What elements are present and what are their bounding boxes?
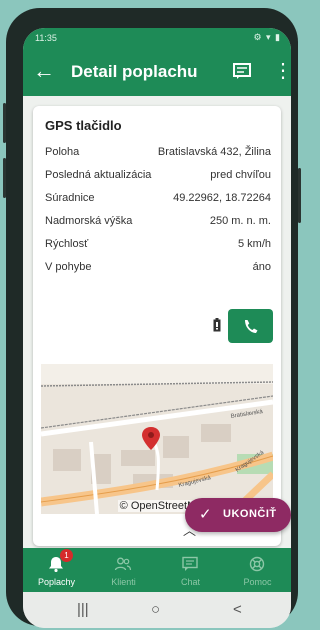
system-nav-bar: ||| ○ <	[23, 592, 291, 628]
battery-icon	[213, 318, 221, 332]
detail-row: Poloha Bratislavská 432, Žilina	[45, 144, 271, 162]
map-canvas: Bratislavská Kragujevská Kragujevská	[41, 364, 273, 514]
volume-button	[3, 103, 6, 143]
call-button[interactable]	[228, 309, 273, 343]
end-alarm-label: UKONČIŤ	[223, 508, 277, 520]
row-label: V pohybe	[45, 261, 92, 273]
volume-button	[3, 158, 6, 198]
row-label: Súradnice	[45, 192, 95, 204]
more-vert-icon[interactable]: ⋮	[273, 58, 291, 84]
row-label: Rýchlosť	[45, 238, 89, 250]
chat-icon	[182, 556, 198, 571]
app-bar: ← Detail poplachu ⋮	[23, 48, 291, 96]
status-time: 11:35	[35, 33, 57, 43]
detail-row: V pohybe áno	[45, 259, 271, 277]
device-title: GPS tlačidlo	[45, 118, 122, 133]
recents-icon[interactable]: |||	[77, 601, 89, 618]
nav-label: Chat	[180, 577, 200, 587]
row-value: pred chvíľou	[210, 169, 271, 181]
nav-label: Pomoc	[243, 577, 272, 587]
status-icons: ⚙ ▾ ▮	[253, 32, 281, 42]
row-value: Bratislavská 432, Žilina	[157, 146, 271, 158]
row-label: Poloha	[45, 146, 80, 158]
phone-icon	[245, 320, 258, 333]
arrow-left-icon[interactable]: ←	[33, 58, 55, 84]
alarm-detail-card: GPS tlačidlo Poloha Bratislavská 432, Ži…	[33, 106, 281, 546]
row-value: 49.22962, 18.72264	[173, 192, 271, 204]
detail-row: Súradnice 49.22962, 18.72264	[45, 190, 271, 208]
back-nav-icon[interactable]: <	[233, 601, 242, 618]
row-value: 250 m. n. m.	[209, 215, 271, 227]
detail-row: Posledná aktualizácia pred chvíľou	[45, 167, 271, 185]
row-value: 5 km/h	[237, 238, 271, 250]
row-label: Posledná aktualizácia	[45, 169, 152, 181]
notes-icon[interactable]	[233, 63, 251, 79]
nav-label: Poplachy	[37, 577, 76, 587]
status-bar: 11:35 ⚙ ▾ ▮	[23, 28, 291, 48]
check-icon: ✓	[199, 506, 212, 523]
alarm-count-badge: 1	[60, 549, 73, 562]
nav-alarms[interactable]: 1 Poplachy	[23, 548, 90, 592]
screen: 11:35 ⚙ ▾ ▮ ← Detail poplachu ⋮ GPS tlač…	[23, 28, 291, 628]
power-button	[298, 168, 301, 223]
nav-clients[interactable]: Klienti	[90, 548, 157, 592]
detail-row: Rýchlosť 5 km/h	[45, 236, 271, 254]
nav-chat[interactable]: Chat	[157, 548, 224, 592]
nav-label: Klienti	[111, 577, 136, 587]
map-view[interactable]: Bratislavská Kragujevská Kragujevská © O…	[41, 364, 273, 514]
page-title: Detail poplachu	[71, 62, 198, 81]
end-alarm-button[interactable]: ✓ UKONČIŤ	[185, 498, 291, 532]
row-label: Nadmorská výška	[45, 215, 133, 227]
row-value: áno	[252, 261, 271, 273]
nav-help[interactable]: Pomoc	[224, 548, 291, 592]
detail-row: Nadmorská výška 250 m. n. m.	[45, 213, 271, 231]
people-icon	[114, 557, 132, 571]
lifebuoy-icon	[249, 556, 265, 572]
bottom-nav: 1 Poplachy Klienti Chat Pomoc	[23, 548, 291, 592]
phone-frame: 11:35 ⚙ ▾ ▮ ← Detail poplachu ⋮ GPS tlač…	[3, 8, 301, 628]
home-icon[interactable]: ○	[151, 601, 160, 618]
